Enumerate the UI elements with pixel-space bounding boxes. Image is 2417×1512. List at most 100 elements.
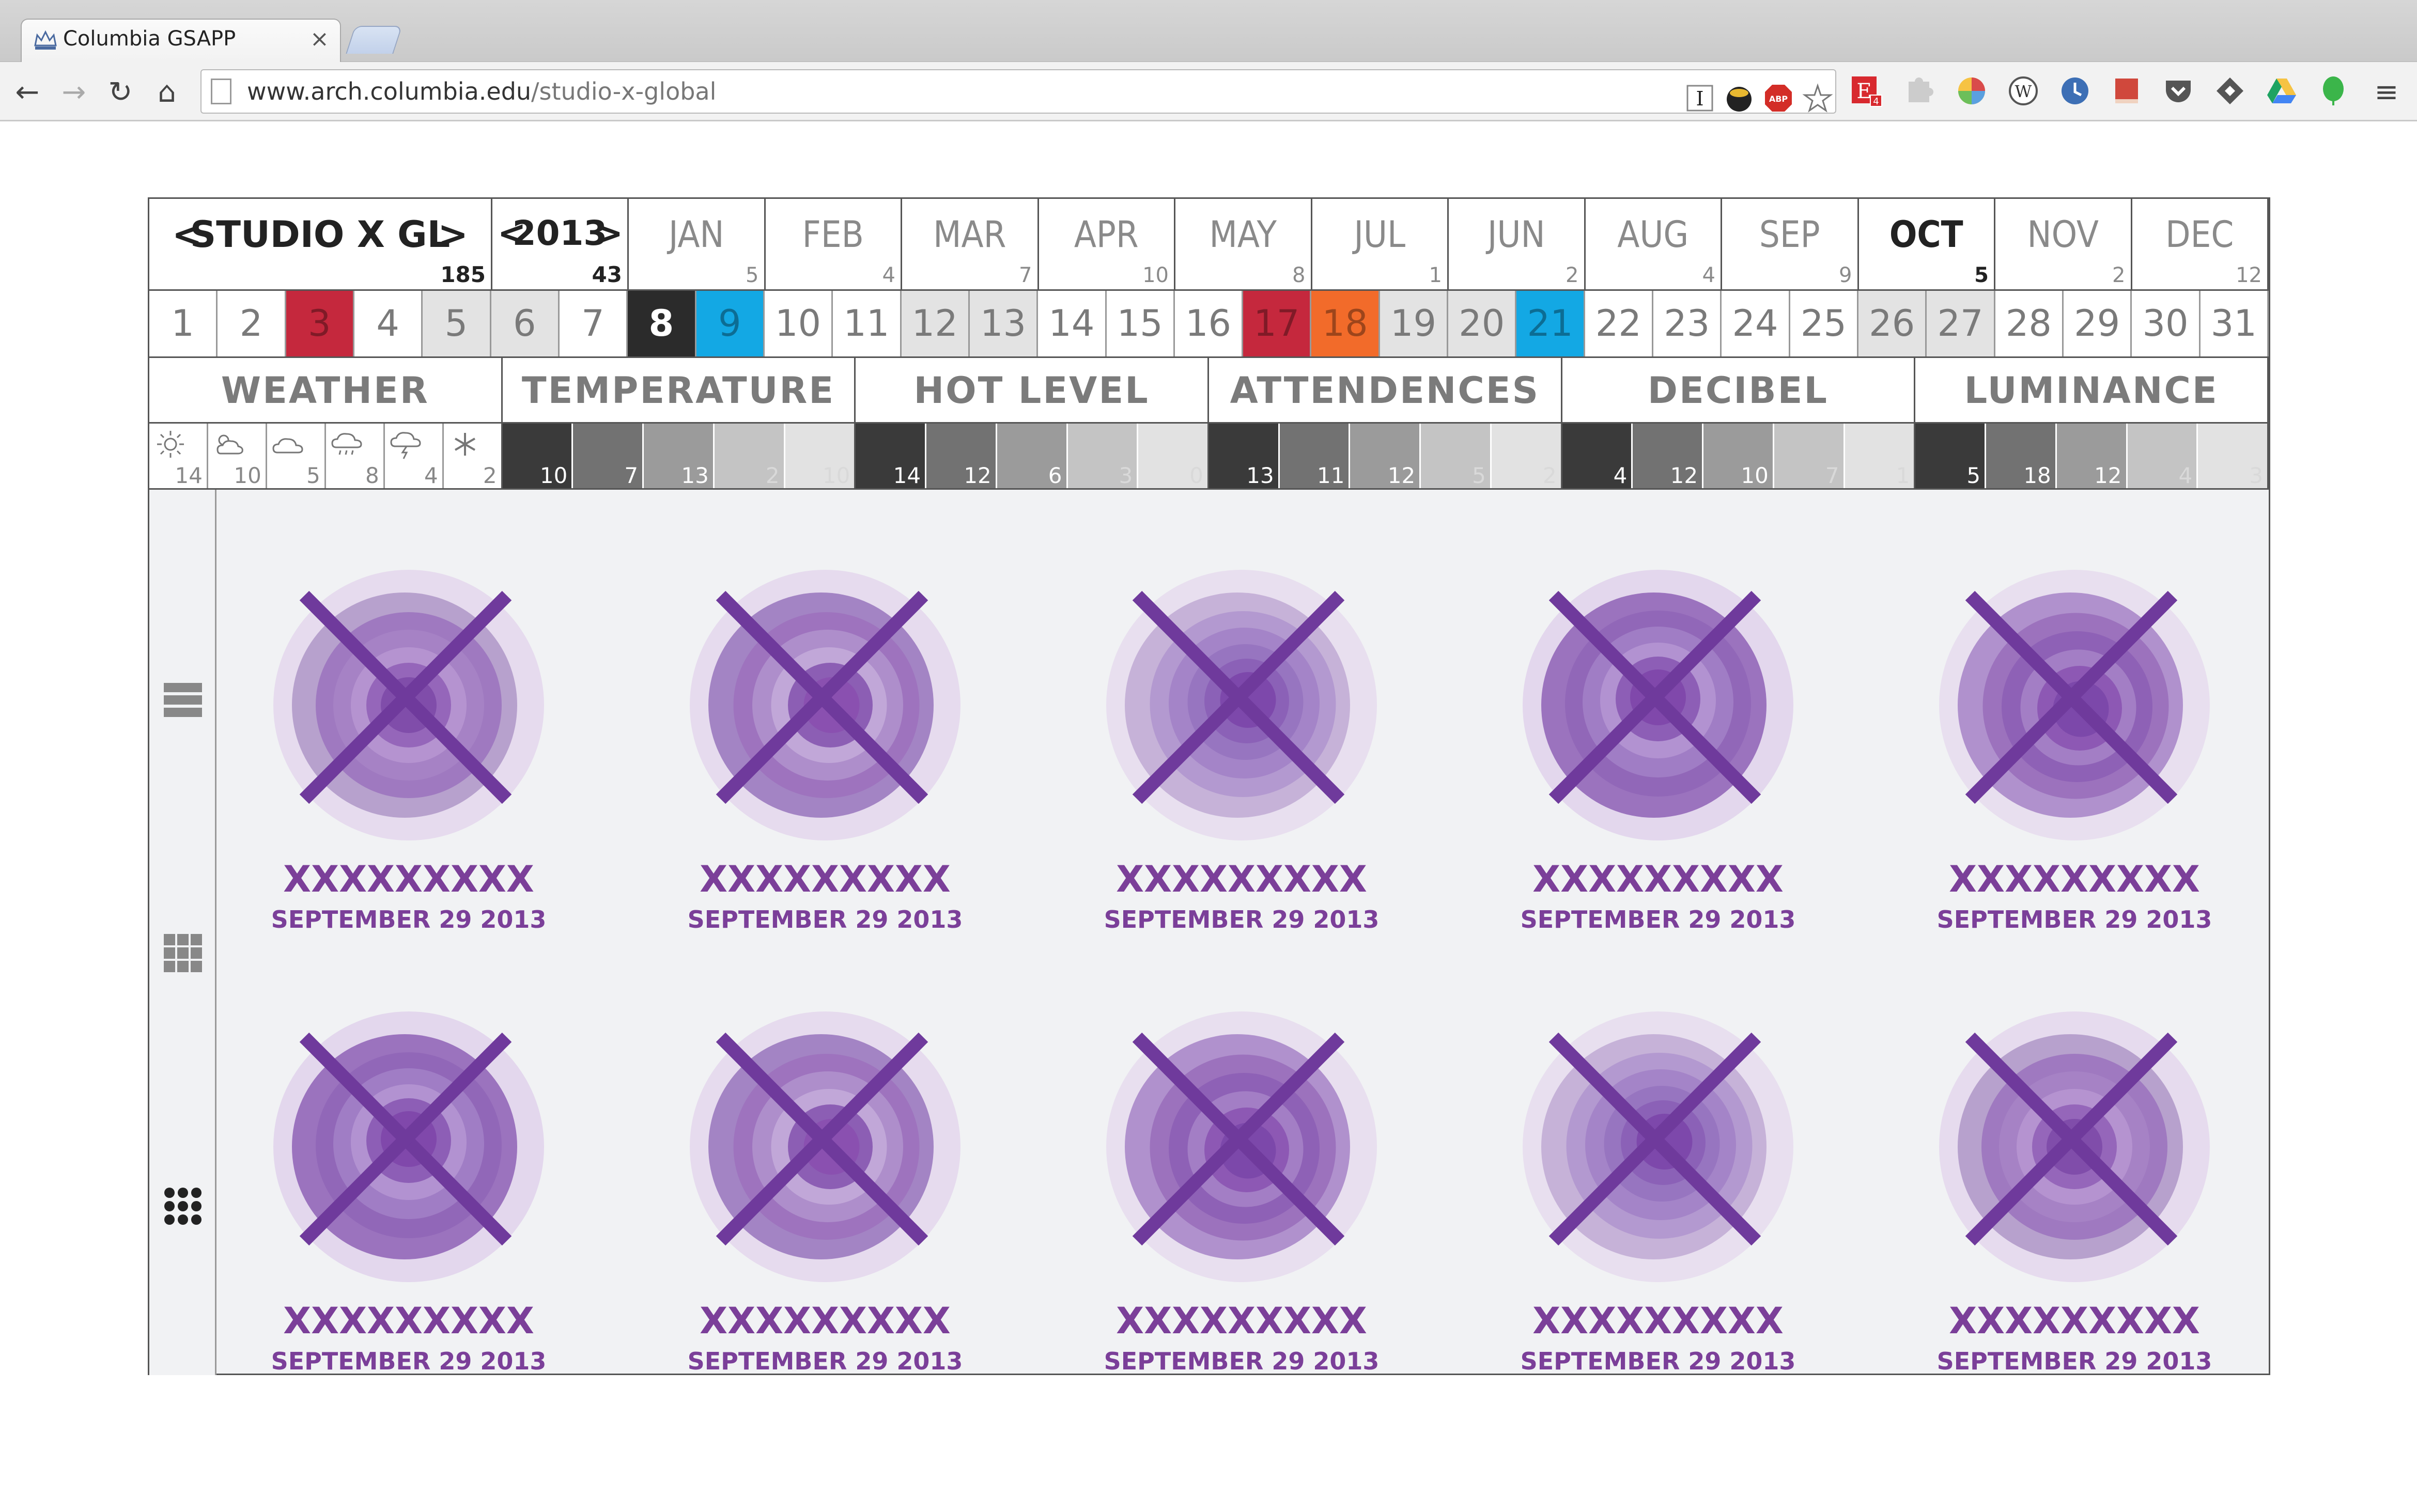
day-cell[interactable]: 15 bbox=[1106, 291, 1175, 356]
decibel-level-cell[interactable]: 7 bbox=[1774, 424, 1845, 488]
spy-icon[interactable] bbox=[1724, 83, 1755, 114]
luminance-level-cell[interactable]: 4 bbox=[2127, 424, 2198, 488]
red-book-icon[interactable] bbox=[2110, 74, 2143, 107]
day-cell[interactable]: 28 bbox=[1995, 291, 2064, 356]
month-tab[interactable]: APR 10 bbox=[1039, 199, 1175, 289]
new-tab-button[interactable] bbox=[346, 26, 402, 54]
day-cell[interactable]: 20 bbox=[1448, 291, 1517, 356]
evernote-icon[interactable]: E4 bbox=[1850, 74, 1883, 107]
day-cell[interactable]: 5 bbox=[423, 291, 491, 356]
day-cell[interactable]: 7 bbox=[559, 291, 628, 356]
luminance-level-cell[interactable]: 12 bbox=[2056, 424, 2128, 488]
day-cell[interactable]: 30 bbox=[2132, 291, 2201, 356]
day-cell[interactable]: 8 bbox=[628, 291, 696, 356]
instapaper-icon[interactable]: I bbox=[1684, 83, 1715, 114]
clock-icon[interactable] bbox=[2058, 74, 2091, 107]
green-leaf-icon[interactable] bbox=[2317, 74, 2350, 107]
day-cell[interactable]: 19 bbox=[1380, 291, 1449, 356]
hot-level-level-cell[interactable]: 3 bbox=[1067, 424, 1139, 488]
year-selector[interactable]: < 2013 > 43 bbox=[492, 199, 629, 289]
month-tab[interactable]: NOV 2 bbox=[1995, 199, 2132, 289]
studio-next-button[interactable]: > bbox=[438, 213, 468, 256]
attendences-level-cell[interactable]: 5 bbox=[1421, 424, 1492, 488]
tab-close-button[interactable]: × bbox=[310, 26, 329, 52]
day-cell[interactable]: 11 bbox=[833, 291, 902, 356]
url-text[interactable]: www.arch.columbia.edu/studio-x-global bbox=[247, 77, 716, 105]
temperature-level-cell[interactable]: 2 bbox=[714, 424, 785, 488]
menu-button[interactable]: ≡ bbox=[2368, 74, 2405, 111]
adblock-icon[interactable]: ABP bbox=[1763, 83, 1794, 114]
weather-cell[interactable]: 10 bbox=[208, 424, 267, 488]
temperature-level-cell[interactable]: 13 bbox=[644, 424, 715, 488]
puzzle-icon[interactable] bbox=[1903, 74, 1936, 107]
category-tab[interactable]: HOT LEVEL bbox=[856, 358, 1209, 422]
year-next-button[interactable]: > bbox=[595, 213, 623, 253]
studio-selector[interactable]: < STUDIO X GL > 185 bbox=[149, 199, 492, 289]
temperature-level-cell[interactable]: 10 bbox=[502, 424, 574, 488]
luminance-level-cell[interactable]: 18 bbox=[1986, 424, 2057, 488]
weather-cell[interactable]: 14 bbox=[149, 424, 208, 488]
weather-cell[interactable]: 5 bbox=[267, 424, 326, 488]
home-button[interactable]: ⌂ bbox=[149, 74, 185, 111]
month-tab[interactable]: MAR 7 bbox=[902, 199, 1039, 289]
event-card[interactable]: XXXXXXXXX SEPTEMBER 29 2013 bbox=[1513, 560, 1803, 933]
day-cell[interactable]: 29 bbox=[2064, 291, 2132, 356]
day-cell[interactable]: 25 bbox=[1790, 291, 1859, 356]
event-card[interactable]: XXXXXXXXX SEPTEMBER 29 2013 bbox=[680, 560, 970, 933]
day-cell[interactable]: 23 bbox=[1653, 291, 1722, 356]
day-cell[interactable]: 9 bbox=[696, 291, 765, 356]
temperature-level-cell[interactable]: 7 bbox=[573, 424, 644, 488]
month-tab[interactable]: MAY 8 bbox=[1175, 199, 1312, 289]
bookmark-star-icon[interactable] bbox=[1802, 83, 1833, 114]
attendences-level-cell[interactable]: 2 bbox=[1491, 424, 1562, 488]
decibel-level-cell[interactable]: 1 bbox=[1845, 424, 1916, 488]
hot-level-level-cell[interactable]: 12 bbox=[926, 424, 997, 488]
day-cell[interactable]: 18 bbox=[1311, 291, 1380, 356]
address-bar[interactable]: www.arch.columbia.edu/studio-x-global I … bbox=[200, 69, 1836, 114]
month-tab[interactable]: SEP 9 bbox=[1722, 199, 1859, 289]
feedly-icon[interactable] bbox=[2213, 74, 2246, 107]
day-cell[interactable]: 12 bbox=[901, 291, 970, 356]
category-tab[interactable]: ATTENDENCES bbox=[1209, 358, 1562, 422]
day-cell[interactable]: 21 bbox=[1516, 291, 1585, 356]
forward-button[interactable]: → bbox=[56, 74, 92, 111]
list-view-icon[interactable] bbox=[164, 681, 202, 719]
event-card[interactable]: XXXXXXXXX SEPTEMBER 29 2013 bbox=[1930, 560, 2219, 933]
day-cell[interactable]: 2 bbox=[218, 291, 286, 356]
reload-button[interactable]: ↻ bbox=[102, 74, 138, 111]
day-cell[interactable]: 26 bbox=[1858, 291, 1927, 356]
month-tab[interactable]: DEC 12 bbox=[2132, 199, 2269, 289]
month-tab[interactable]: FEB 4 bbox=[766, 199, 902, 289]
category-tab[interactable]: LUMINANCE bbox=[1915, 358, 2269, 422]
browser-tab[interactable]: Columbia GSAPP × bbox=[21, 19, 341, 62]
day-cell[interactable]: 10 bbox=[764, 291, 833, 356]
category-tab[interactable]: DECIBEL bbox=[1562, 358, 1916, 422]
month-tab[interactable]: AUG 4 bbox=[1586, 199, 1722, 289]
event-card[interactable]: XXXXXXXXX SEPTEMBER 29 2013 bbox=[264, 1002, 553, 1375]
attendences-level-cell[interactable]: 13 bbox=[1209, 424, 1280, 488]
attendences-level-cell[interactable]: 12 bbox=[1350, 424, 1421, 488]
day-cell[interactable]: 16 bbox=[1174, 291, 1244, 356]
weather-cell[interactable]: 8 bbox=[326, 424, 385, 488]
google-drive-icon[interactable] bbox=[2265, 74, 2298, 107]
day-cell[interactable]: 14 bbox=[1038, 291, 1107, 356]
day-cell[interactable]: 22 bbox=[1585, 291, 1654, 356]
luminance-level-cell[interactable]: 3 bbox=[2198, 424, 2269, 488]
luminance-level-cell[interactable]: 5 bbox=[1915, 424, 1987, 488]
day-cell[interactable]: 13 bbox=[969, 291, 1039, 356]
pocket-icon[interactable] bbox=[2162, 74, 2195, 107]
color-wheel-icon[interactable] bbox=[1955, 74, 1988, 107]
decibel-level-cell[interactable]: 10 bbox=[1703, 424, 1774, 488]
month-tab[interactable]: JUN 2 bbox=[1449, 199, 1586, 289]
weather-cell[interactable]: 2 bbox=[444, 424, 503, 488]
hot-level-level-cell[interactable]: 14 bbox=[856, 424, 927, 488]
dot-grid-view-icon[interactable] bbox=[164, 1187, 202, 1225]
hot-level-level-cell[interactable]: 6 bbox=[997, 424, 1068, 488]
event-card[interactable]: XXXXXXXXX SEPTEMBER 29 2013 bbox=[1097, 1002, 1386, 1375]
wikipedia-icon[interactable]: W bbox=[2007, 74, 2040, 107]
weather-cell[interactable]: 4 bbox=[385, 424, 444, 488]
day-cell[interactable]: 27 bbox=[1927, 291, 1995, 356]
decibel-level-cell[interactable]: 12 bbox=[1633, 424, 1704, 488]
category-tab[interactable]: TEMPERATURE bbox=[503, 358, 856, 422]
decibel-level-cell[interactable]: 4 bbox=[1562, 424, 1633, 488]
